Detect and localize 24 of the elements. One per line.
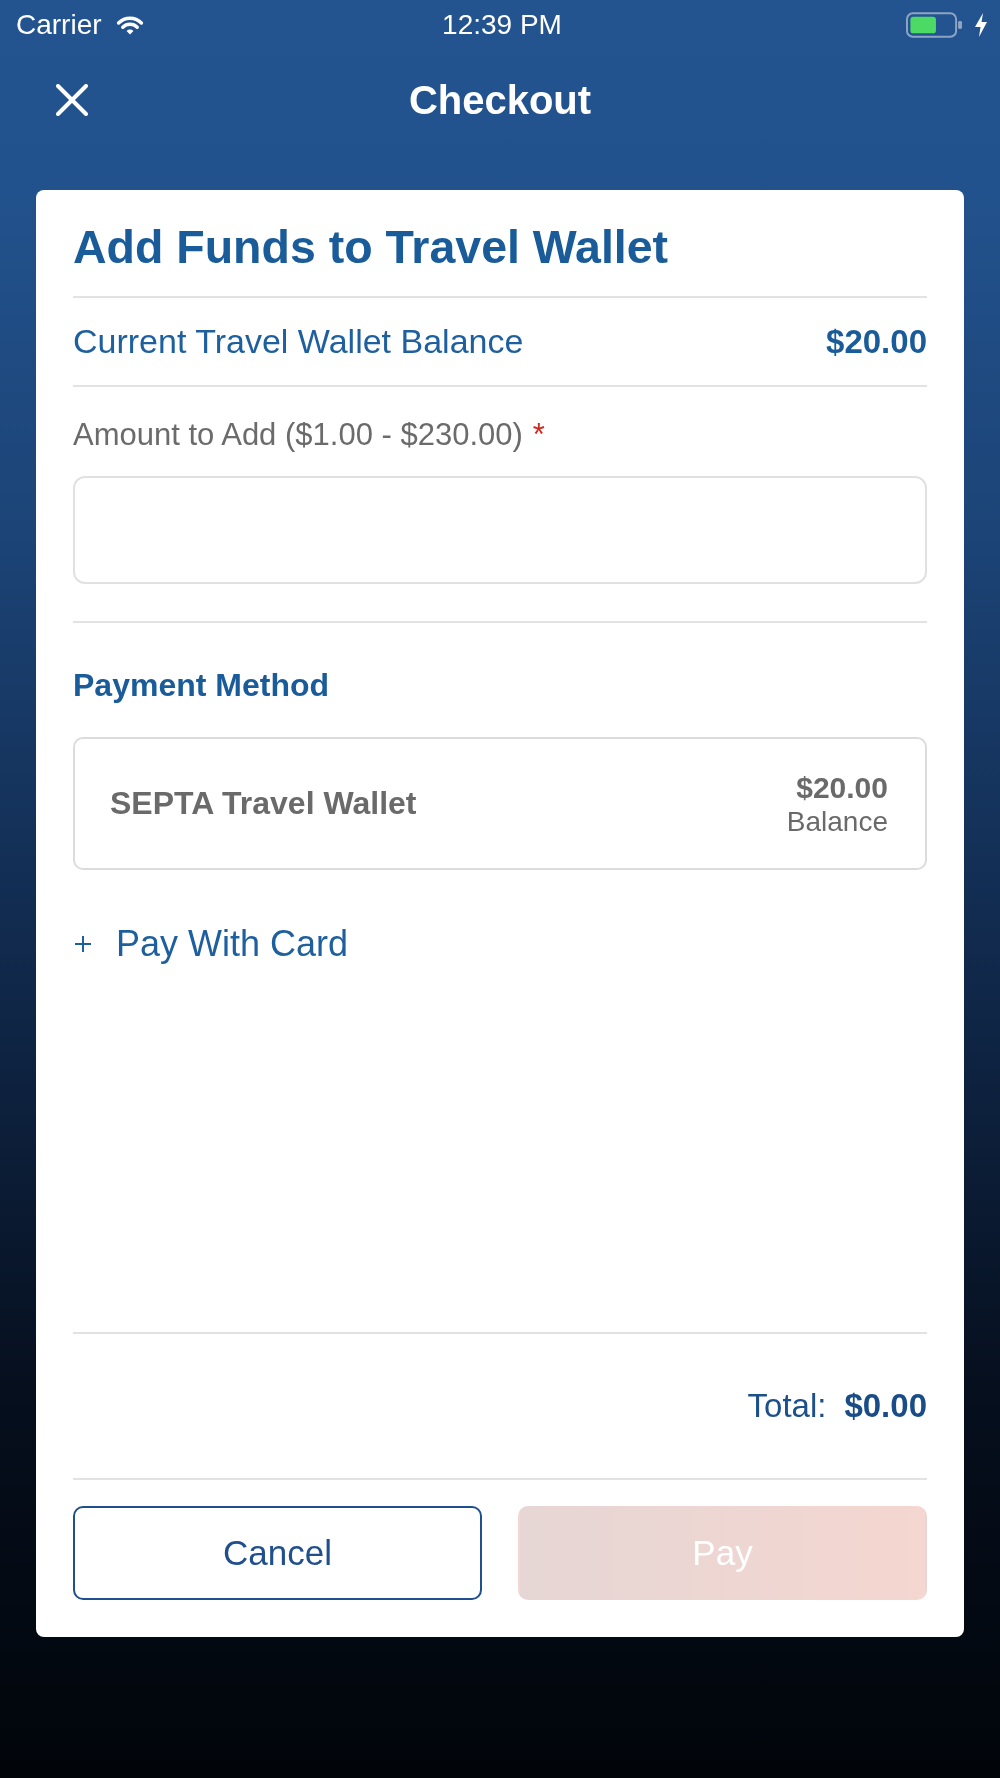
close-button[interactable] — [56, 84, 88, 116]
plus-icon — [75, 936, 91, 952]
wifi-icon — [115, 15, 144, 35]
pay-with-card-link[interactable]: Pay With Card — [75, 922, 349, 966]
amount-label: Amount to Add ($1.00 - $230.00) — [73, 417, 523, 453]
balance-label: Current Travel Wallet Balance — [73, 322, 524, 361]
battery-icon — [906, 12, 962, 38]
total-label: Total: — [747, 1387, 827, 1425]
method-balance-amount: $20.00 — [796, 769, 888, 806]
status-time: 12:39 PM — [442, 9, 562, 41]
payment-method-option[interactable]: SEPTA Travel Wallet $20.00 Balance — [73, 737, 927, 870]
method-name: SEPTA Travel Wallet — [110, 785, 417, 822]
card-title: Add Funds to Travel Wallet — [73, 220, 669, 274]
amount-input-field[interactable] — [73, 476, 927, 584]
method-balance-label: Balance — [786, 805, 888, 838]
payment-method-heading: Payment Method — [73, 667, 330, 703]
balance-amount: $20.00 — [826, 322, 927, 361]
required-mark: * — [532, 417, 545, 453]
carrier-name: Carrier — [16, 9, 102, 41]
screen-title: Checkout — [408, 77, 592, 124]
close-icon — [56, 84, 88, 116]
charging-icon — [974, 13, 988, 37]
total-amount: $0.00 — [844, 1387, 927, 1425]
cancel-button[interactable]: Cancel — [73, 1506, 482, 1600]
